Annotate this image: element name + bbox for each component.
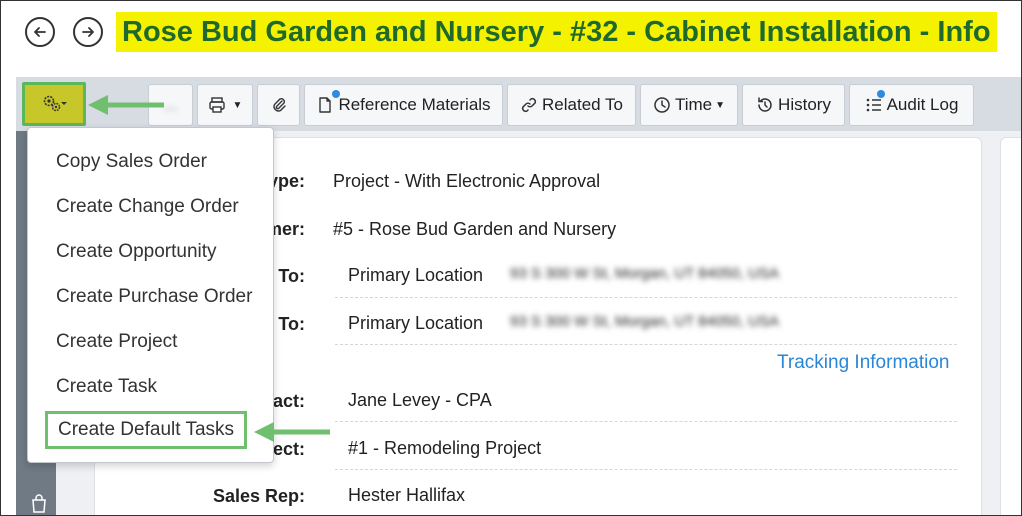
sales-rep-value[interactable]: Hester Hallifax (348, 485, 465, 506)
printer-icon (208, 97, 225, 113)
audit-log-label: Audit Log (886, 95, 959, 114)
history-button[interactable]: History (742, 84, 845, 126)
link-icon (521, 97, 537, 113)
chevron-down-icon: ▼ (232, 99, 243, 111)
forward-button[interactable] (73, 17, 103, 47)
annotation-arrow-icon (88, 95, 164, 115)
history-label: History (778, 95, 831, 114)
menu-item-create-purchase-order[interactable]: Create Purchase Order (56, 286, 252, 308)
menu-item-create-default-tasks[interactable]: Create Default Tasks (45, 411, 248, 449)
project-underline (335, 469, 957, 470)
contact-label: act: (272, 391, 305, 411)
side-card (1000, 137, 1022, 516)
menu-item-create-task[interactable]: Create Task (56, 376, 157, 398)
tracking-information-link[interactable]: Tracking Information (777, 352, 949, 374)
type-value: Project - With Electronic Approval (333, 171, 601, 191)
list-icon (866, 98, 881, 112)
bill-to-label: To: (278, 266, 305, 286)
notification-dot (332, 90, 340, 98)
contact-underline (335, 421, 957, 422)
time-button[interactable]: Time ▼ (640, 84, 738, 126)
print-button[interactable]: ▼ (197, 84, 253, 126)
menu-item-create-project[interactable]: Create Project (56, 331, 177, 353)
bill-to-value[interactable]: Primary Location (348, 265, 483, 286)
related-to-label: Related To (542, 95, 623, 114)
actions-dropdown-menu: Copy Sales Order Create Change Order Cre… (27, 127, 274, 463)
bill-to-underline (335, 297, 957, 298)
ship-to-value[interactable]: Primary Location (348, 313, 483, 334)
arrow-right-icon (82, 27, 94, 37)
actions-gear-button[interactable] (22, 82, 86, 126)
sales-rep-label: Sales Rep: (212, 486, 305, 506)
reference-materials-label: Reference Materials (338, 95, 491, 114)
ship-to-address: 93 S 300 W St, Morgan, UT 84050, USA (510, 313, 780, 330)
back-button[interactable] (25, 17, 55, 47)
audit-log-button[interactable]: Audit Log (849, 84, 974, 126)
paperclip-icon (272, 98, 286, 112)
arrow-left-icon (34, 27, 46, 37)
menu-item-copy-sales-order[interactable]: Copy Sales Order (56, 151, 207, 173)
menu-item-create-change-order[interactable]: Create Change Order (56, 196, 239, 218)
notification-dot (877, 90, 885, 98)
contact-value[interactable]: Jane Levey - CPA (348, 390, 492, 411)
customer-value: #5 - Rose Bud Garden and Nursery (333, 219, 617, 239)
menu-item-create-opportunity[interactable]: Create Opportunity (56, 241, 217, 263)
project-value[interactable]: #1 - Remodeling Project (348, 438, 541, 459)
gears-icon (43, 95, 67, 112)
ship-to-label: To: (278, 314, 305, 334)
shopping-bag-icon[interactable] (30, 494, 48, 514)
bill-to-address: 93 S 300 W St, Morgan, UT 84050, USA (510, 265, 780, 282)
related-to-button[interactable]: Related To (507, 84, 636, 126)
history-icon (758, 97, 772, 112)
document-icon (319, 97, 332, 113)
attachment-button[interactable] (257, 84, 300, 126)
annotation-arrow-icon (254, 422, 330, 442)
page-title: Rose Bud Garden and Nursery - #32 - Cabi… (116, 12, 997, 52)
clock-icon (654, 97, 670, 113)
ship-to-underline (335, 344, 957, 345)
chevron-down-icon: ▼ (715, 99, 726, 111)
time-label: Time (674, 95, 713, 114)
